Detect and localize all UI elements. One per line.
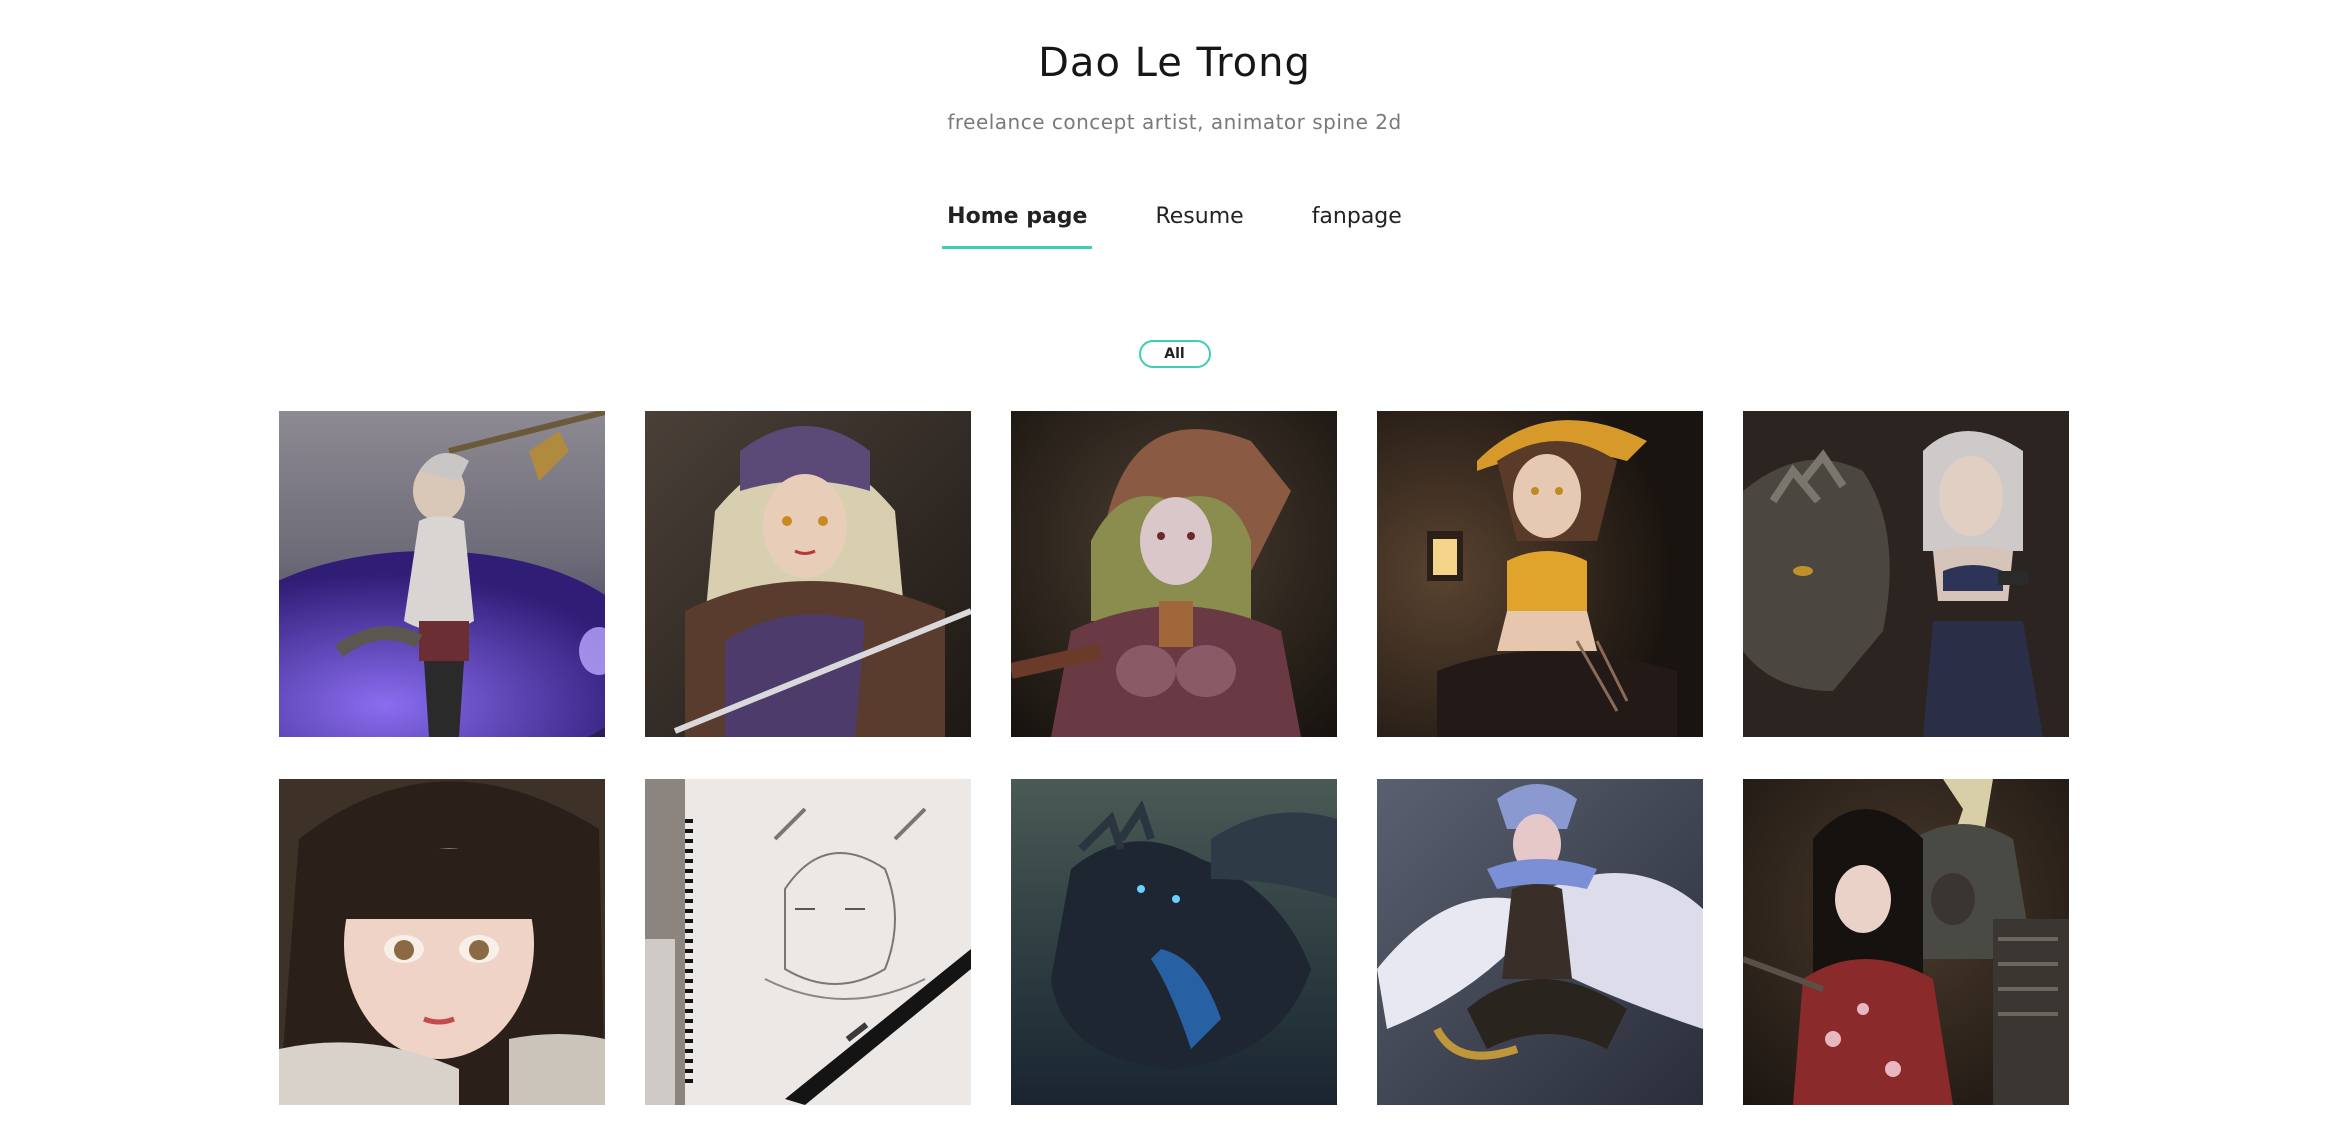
warrior-with-sword-image — [279, 411, 605, 737]
site-subtitle: freelance concept artist, animator spine… — [947, 110, 1402, 134]
gallery-item-1[interactable] — [279, 411, 605, 737]
gallery-item-3[interactable] — [1011, 411, 1337, 737]
girl-with-dragon-image — [1743, 411, 2069, 737]
nav-resume[interactable]: Resume — [1150, 204, 1248, 249]
filter-all-button[interactable]: All — [1138, 340, 1211, 368]
armored-knight-girl-image — [645, 411, 971, 737]
main-nav: Home page Resume fanpage — [0, 204, 2349, 249]
dark-hair-girl-portrait-image — [279, 779, 605, 1105]
gallery-item-8[interactable] — [1011, 779, 1337, 1105]
hooded-elf-archer-image — [1011, 411, 1337, 737]
gallery-item-5[interactable] — [1743, 411, 2069, 737]
gallery-item-6[interactable] — [279, 779, 605, 1105]
gallery-item-2[interactable] — [645, 411, 971, 737]
dark-dragon-image — [1011, 779, 1337, 1105]
winged-heroine-image — [1377, 779, 1703, 1105]
nav-home-page[interactable]: Home page — [942, 204, 1093, 249]
gallery-grid — [279, 411, 2069, 1105]
gallery-item-4[interactable] — [1377, 411, 1703, 737]
gallery-item-9[interactable] — [1377, 779, 1703, 1105]
nav-fanpage[interactable]: fanpage — [1307, 204, 1407, 249]
samurai-and-kimono-girl-image — [1743, 779, 2069, 1105]
gallery-item-10[interactable] — [1743, 779, 2069, 1105]
pencil-sketch-notebook-image — [645, 779, 971, 1105]
witch-with-lantern-image — [1377, 411, 1703, 737]
filter-bar: All — [0, 340, 2349, 368]
gallery-item-7[interactable] — [645, 779, 971, 1105]
site-title: Dao Le Trong — [1038, 40, 1311, 86]
